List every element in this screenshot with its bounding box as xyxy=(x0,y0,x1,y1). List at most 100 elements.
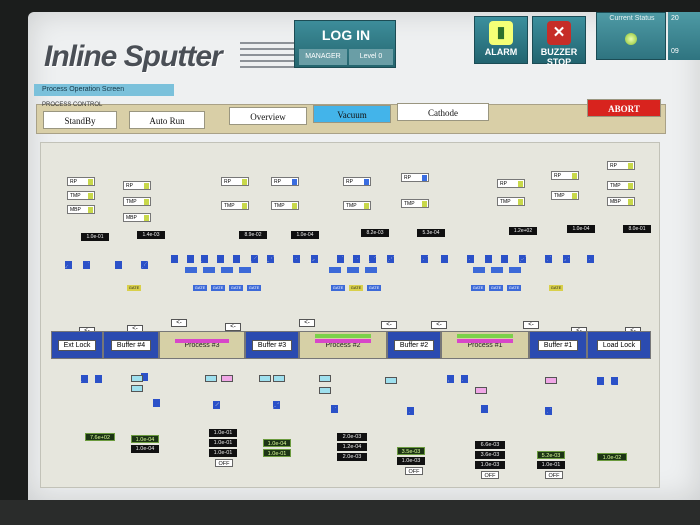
valve-icon[interactable] xyxy=(545,255,552,263)
standby-button[interactable]: StandBy xyxy=(43,111,117,129)
valve-icon[interactable] xyxy=(217,255,224,263)
valve-icon[interactable] xyxy=(201,255,208,263)
valve-icon[interactable] xyxy=(115,261,122,269)
rp-pump[interactable]: RP xyxy=(271,177,299,186)
valve-icon[interactable] xyxy=(141,261,148,269)
off-indicator[interactable]: OFF xyxy=(405,467,423,475)
transfer-arrow-button[interactable]: <- xyxy=(299,319,315,327)
valve-icon[interactable] xyxy=(187,255,194,263)
alarm-button[interactable]: ▮ ALARM xyxy=(474,16,528,64)
valve-icon[interactable] xyxy=(171,255,178,263)
tmp-pump[interactable]: TMP xyxy=(551,191,579,200)
valve-icon[interactable] xyxy=(213,401,220,409)
mbp-pump[interactable]: MBP xyxy=(67,205,95,214)
tmp-pump[interactable]: TMP xyxy=(271,201,299,210)
mbp-pump[interactable]: MBP xyxy=(607,197,635,206)
tmp-pump[interactable]: TMP xyxy=(123,197,151,206)
current-status-panel: Current Status xyxy=(596,12,666,60)
valve-icon[interactable] xyxy=(387,255,394,263)
valve-icon[interactable] xyxy=(611,377,618,385)
valve-icon[interactable] xyxy=(369,255,376,263)
chamber-ext-lock[interactable]: Ext Lock xyxy=(51,331,103,359)
valve-icon[interactable] xyxy=(81,375,88,383)
chamber-buffer-3[interactable]: Buffer #3 xyxy=(245,331,299,359)
valve-icon[interactable] xyxy=(153,399,160,407)
tmp-pump[interactable]: TMP xyxy=(221,201,249,210)
pressure-readout: 1.0e-01 xyxy=(209,429,237,437)
off-indicator[interactable]: OFF xyxy=(545,471,563,479)
chamber-buffer-4[interactable]: Buffer #4 xyxy=(103,331,159,359)
tmp-pump[interactable]: TMP xyxy=(343,201,371,210)
buzzer-stop-button[interactable]: ✕ BUZZER STOP xyxy=(532,16,586,67)
valve-icon[interactable] xyxy=(233,255,240,263)
chamber-load-lock[interactable]: Load Lock xyxy=(587,331,651,359)
transfer-arrow-button[interactable]: <- xyxy=(225,323,241,331)
valve-tag xyxy=(365,267,377,273)
screen-title-tab: Process Operation Screen xyxy=(34,84,174,96)
valve-icon[interactable] xyxy=(441,255,448,263)
valve-icon[interactable] xyxy=(331,405,338,413)
valve-icon[interactable] xyxy=(447,375,454,383)
overview-button[interactable]: Overview xyxy=(229,107,307,125)
rp-pump[interactable]: RP xyxy=(67,177,95,186)
valve-icon[interactable] xyxy=(65,261,72,269)
off-indicator[interactable]: OFF xyxy=(215,459,233,467)
rp-pump[interactable]: RP xyxy=(551,171,579,180)
login-panel: LOG IN MANAGER Level 0 xyxy=(294,20,396,68)
rp-pump[interactable]: RP xyxy=(401,173,429,182)
tmp-pump[interactable]: TMP xyxy=(497,197,525,206)
valve-icon[interactable] xyxy=(481,405,488,413)
valve-tag xyxy=(221,267,233,273)
valve-status-box xyxy=(205,375,217,382)
valve-tag xyxy=(239,267,251,273)
rp-pump[interactable]: RP xyxy=(343,177,371,186)
valve-icon[interactable] xyxy=(587,255,594,263)
valve-icon[interactable] xyxy=(519,255,526,263)
vacuum-button[interactable]: Vacuum xyxy=(313,105,391,123)
auto-run-button[interactable]: Auto Run xyxy=(129,111,205,129)
chamber-process-3[interactable]: Process #3 xyxy=(159,331,245,359)
valve-icon[interactable] xyxy=(545,407,552,415)
chamber-buffer-1[interactable]: Buffer #1 xyxy=(529,331,587,359)
mbp-pump[interactable]: MBP xyxy=(123,213,151,222)
valve-icon[interactable] xyxy=(407,407,414,415)
cathode-button[interactable]: Cathode xyxy=(397,103,489,121)
transfer-arrow-button[interactable]: <- xyxy=(381,321,397,329)
valve-icon[interactable] xyxy=(273,401,280,409)
rp-pump[interactable]: RP xyxy=(607,161,635,170)
valve-icon[interactable] xyxy=(563,255,570,263)
off-indicator[interactable]: OFF xyxy=(481,471,499,479)
pressure-readout: 5.2e-03 xyxy=(537,451,565,459)
rp-pump[interactable]: RP xyxy=(123,181,151,190)
valve-icon[interactable] xyxy=(337,255,344,263)
valve-icon[interactable] xyxy=(311,255,318,263)
valve-icon[interactable] xyxy=(95,375,102,383)
valve-icon[interactable] xyxy=(485,255,492,263)
gate-valve-label: GATE xyxy=(471,285,485,291)
valve-icon[interactable] xyxy=(501,255,508,263)
tmp-pump[interactable]: TMP xyxy=(607,181,635,190)
valve-icon[interactable] xyxy=(461,375,468,383)
chamber-buffer-2[interactable]: Buffer #2 xyxy=(387,331,441,359)
gate-valve-label: GATE xyxy=(229,285,243,291)
valve-icon[interactable] xyxy=(251,255,258,263)
transfer-arrow-button[interactable]: <- xyxy=(523,321,539,329)
rp-pump[interactable]: RP xyxy=(221,177,249,186)
valve-icon[interactable] xyxy=(353,255,360,263)
chamber-process-2[interactable]: Process #2 xyxy=(299,331,387,359)
chamber-process-1[interactable]: Process #1 xyxy=(441,331,529,359)
transfer-arrow-button[interactable]: <- xyxy=(171,319,187,327)
valve-icon[interactable] xyxy=(597,377,604,385)
valve-icon[interactable] xyxy=(267,255,274,263)
abort-button[interactable]: ABORT xyxy=(587,99,661,117)
valve-icon[interactable] xyxy=(421,255,428,263)
valve-icon[interactable] xyxy=(467,255,474,263)
rp-pump[interactable]: RP xyxy=(497,179,525,188)
login-button[interactable]: LOG IN xyxy=(299,23,393,47)
valve-icon[interactable] xyxy=(83,261,90,269)
transfer-arrow-button[interactable]: <- xyxy=(431,321,447,329)
gate-valve-label: GATE xyxy=(349,285,363,291)
tmp-pump[interactable]: TMP xyxy=(67,191,95,200)
valve-icon[interactable] xyxy=(293,255,300,263)
tmp-pump[interactable]: TMP xyxy=(401,199,429,208)
